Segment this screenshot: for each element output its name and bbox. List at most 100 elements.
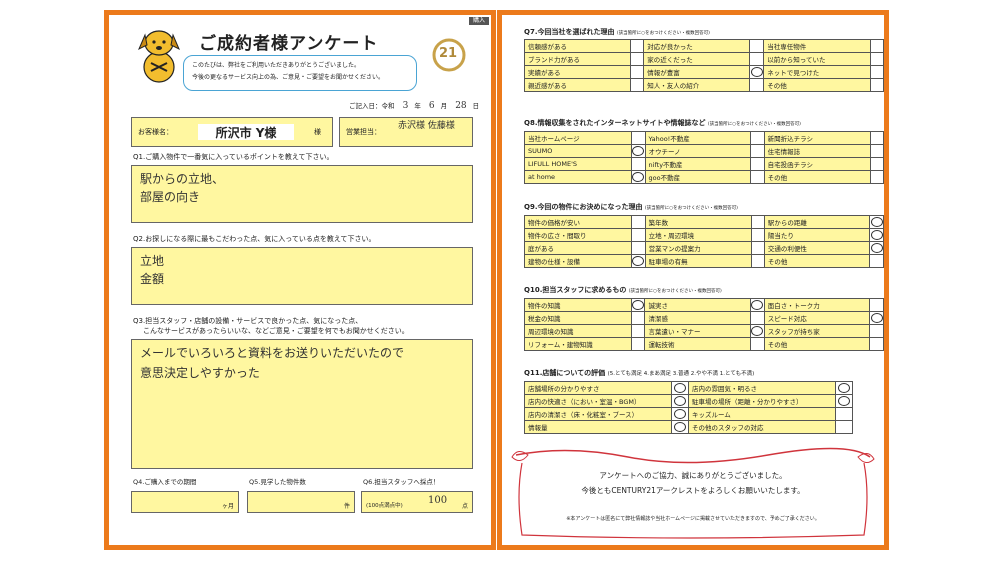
answer-checkbox[interactable] — [869, 157, 885, 171]
answer-checkbox[interactable] — [835, 381, 853, 395]
answer-checkbox[interactable] — [671, 420, 689, 434]
table-row: 税金の知識 清潔感 スピード対応 — [524, 311, 884, 325]
q9-table: 物件の価格が安い 築年数 駅からの距離 物件の広さ・間取り 立地・周辺環境 陽当たり 庭があ… — [524, 215, 884, 268]
date-year: 3 — [402, 101, 409, 111]
answer-checkbox[interactable] — [750, 215, 765, 229]
answer-checkbox[interactable] — [630, 78, 645, 92]
answer-checkbox[interactable] — [869, 337, 884, 351]
option-label: nifty不動産 — [644, 157, 752, 171]
answer-checkbox[interactable] — [750, 254, 765, 268]
answer-checkbox[interactable] — [630, 324, 646, 338]
answer-checkbox[interactable] — [630, 144, 646, 158]
answer-checkbox[interactable] — [869, 144, 885, 158]
table-row: at home goo不動産 その他 — [524, 170, 885, 184]
answer-checkbox[interactable] — [630, 337, 646, 351]
answer-checkbox[interactable] — [750, 228, 765, 242]
q5-box: 件 — [247, 491, 355, 513]
q6-unit: 点 — [461, 503, 468, 510]
table-row: 情報量 その他のスタッフの対応 — [524, 420, 853, 434]
answer-checkbox[interactable] — [630, 65, 645, 79]
q3-answer-line-2: 意思決定しやすかった — [140, 366, 260, 380]
answer-checkbox[interactable] — [749, 52, 765, 66]
answer-checkbox[interactable] — [750, 241, 765, 255]
answer-checkbox[interactable] — [749, 78, 765, 92]
answer-checkbox[interactable] — [869, 39, 885, 53]
q8-label: Q8.情報収集をされたインターネットサイトや情報誌など (該当箇所に○をおつけく… — [524, 119, 801, 127]
answer-checkbox[interactable] — [835, 420, 853, 434]
option-label: 信頼感がある — [523, 39, 632, 53]
option-label: その他 — [763, 170, 871, 184]
option-label: 家の近くだった — [643, 52, 751, 66]
answer-checkbox[interactable] — [630, 228, 646, 242]
q3-answer-line-1: メールでいろいろと資料をお送りいただいたので — [140, 346, 405, 360]
circle-mark-icon — [838, 396, 850, 406]
answer-checkbox[interactable] — [750, 144, 765, 158]
answer-checkbox[interactable] — [630, 298, 646, 312]
answer-checkbox[interactable] — [630, 241, 646, 255]
option-label: 店内の雰囲気・明るさ — [688, 381, 836, 395]
staff-label: 営業担当： — [346, 128, 381, 136]
answer-checkbox[interactable] — [750, 131, 765, 145]
answer-checkbox[interactable] — [869, 65, 885, 79]
option-label: 当社ホームページ — [524, 131, 632, 145]
circle-mark-icon — [632, 172, 645, 182]
answer-checkbox[interactable] — [630, 254, 646, 268]
q9-label: Q9.今回の物件にお決めになった理由 (該当箇所に○をおつけください・複数回答可… — [524, 203, 738, 211]
answer-checkbox[interactable] — [869, 78, 885, 92]
answer-checkbox[interactable] — [630, 157, 646, 171]
page-title: ご成約者様アンケート — [199, 34, 379, 54]
q3-label-2: こんなサービスがあったらいいな、などご意見・ご要望を何でもお聞かせください。 — [143, 327, 409, 335]
answer-checkbox[interactable] — [750, 157, 765, 171]
answer-checkbox[interactable] — [869, 170, 885, 184]
option-label: 当社専任物件 — [763, 39, 871, 53]
answer-checkbox[interactable] — [749, 65, 765, 79]
option-label: リフォーム・建物知識 — [524, 337, 632, 351]
answer-checkbox[interactable] — [630, 311, 646, 325]
answer-checkbox[interactable] — [869, 241, 884, 255]
answer-checkbox[interactable] — [671, 381, 689, 395]
answer-checkbox[interactable] — [869, 52, 885, 66]
q3-label-1: Q3.担当スタッフ・店舗の設備・サービスで良かった点、気になった点、 — [133, 317, 363, 325]
answer-checkbox[interactable] — [630, 131, 646, 145]
answer-checkbox[interactable] — [671, 407, 689, 421]
circle-mark-icon — [674, 383, 686, 393]
dog-mascot-icon — [138, 30, 180, 83]
table-row: 物件の広さ・間取り 立地・周辺環境 陽当たり — [524, 228, 884, 242]
answer-checkbox[interactable] — [630, 39, 645, 53]
option-label: オウチーノ — [644, 144, 752, 158]
q8-table: 当社ホームページ Yahoo!不動産 新聞折込チラシ SUUMO オウチーノ 住宅情報誌 L… — [524, 131, 885, 184]
answer-checkbox[interactable] — [671, 394, 689, 408]
answer-checkbox[interactable] — [869, 298, 884, 312]
option-label: SUUMO — [524, 144, 632, 158]
answer-checkbox[interactable] — [835, 394, 853, 408]
option-label: スピード対応 — [763, 311, 871, 325]
circle-mark-icon — [674, 396, 686, 406]
table-row: 店内の快適さ（におい・室温・BGM） 駐車場の場所（距離・分かりやすさ） — [524, 394, 853, 408]
answer-checkbox[interactable] — [869, 324, 884, 338]
answer-checkbox[interactable] — [749, 311, 765, 325]
q2-answer-line-1: 立地 — [140, 254, 165, 268]
answer-checkbox[interactable] — [869, 215, 884, 229]
answer-checkbox[interactable] — [869, 311, 884, 325]
answer-checkbox[interactable] — [869, 254, 884, 268]
option-label: 立地・周辺環境 — [644, 228, 752, 242]
answer-checkbox[interactable] — [630, 215, 646, 229]
answer-checkbox[interactable] — [749, 324, 765, 338]
answer-checkbox[interactable] — [630, 52, 645, 66]
answer-checkbox[interactable] — [869, 131, 885, 145]
thanks-line-2: 今後ともCENTURY21アークレストをよろしくお願いいたします。 — [581, 486, 805, 495]
option-label: 周辺環境の知識 — [524, 324, 632, 338]
q1-answer-box: 駅からの立地、 部屋の向き — [131, 165, 473, 223]
answer-checkbox[interactable] — [630, 170, 646, 184]
date-year-unit: 年 — [414, 102, 421, 110]
answer-checkbox[interactable] — [749, 337, 765, 351]
answer-checkbox[interactable] — [749, 298, 765, 312]
answer-checkbox[interactable] — [869, 228, 884, 242]
option-label: 以前から知っていた — [763, 52, 871, 66]
option-label: 営業マンの提案力 — [644, 241, 752, 255]
option-label: 店内の快適さ（におい・室温・BGM） — [524, 394, 672, 408]
q1-answer-line-2: 部屋の向き — [140, 190, 201, 204]
answer-checkbox[interactable] — [749, 39, 765, 53]
answer-checkbox[interactable] — [835, 407, 853, 421]
answer-checkbox[interactable] — [750, 170, 765, 184]
